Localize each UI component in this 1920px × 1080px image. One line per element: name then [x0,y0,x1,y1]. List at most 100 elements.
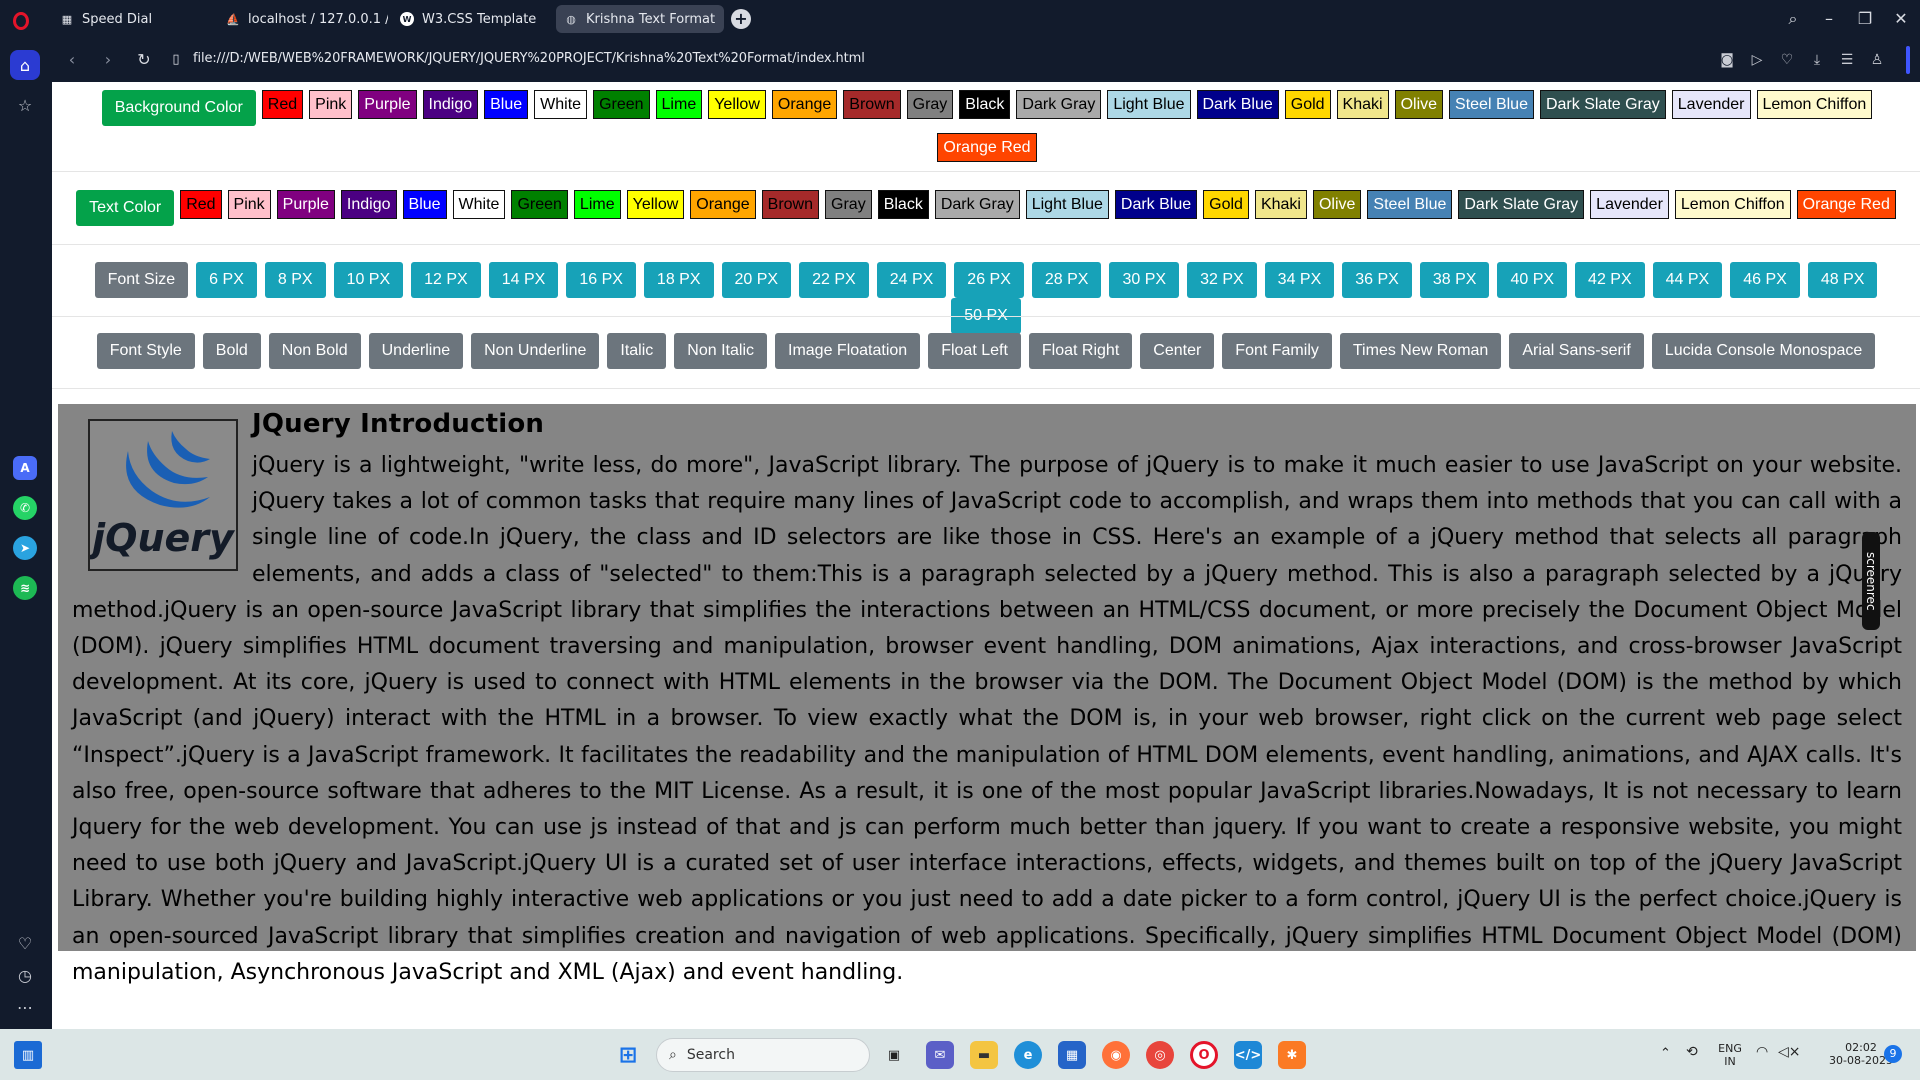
file-explorer-icon[interactable]: ▬ [970,1041,998,1069]
tab-w3css[interactable]: W W3.CSS Template [392,5,552,33]
font-size-22-px-button[interactable]: 22 PX [799,262,869,298]
chat-icon[interactable]: ✉ [926,1041,954,1069]
image-center-button[interactable]: Center [1140,333,1215,369]
font-size-10-px-button[interactable]: 10 PX [333,262,404,298]
text-color-blue-button[interactable]: Blue [402,190,447,219]
font-size-30-px-button[interactable]: 30 PX [1109,262,1180,298]
image-floatation-label[interactable]: Image Floatation [775,333,921,369]
text-color-white-button[interactable]: White [452,190,506,219]
back-icon[interactable]: ‹ [60,48,84,72]
text-color-lemon-chiffon-button[interactable]: Lemon Chiffon [1674,190,1791,219]
font-family-label[interactable]: Font Family [1222,333,1332,369]
font-size-34-px-button[interactable]: 34 PX [1264,262,1335,298]
edge-icon[interactable]: e [1014,1041,1042,1069]
store-icon[interactable]: ▦ [1058,1041,1086,1069]
start-icon[interactable]: ⊞ [614,1041,642,1069]
task-view-icon[interactable]: ▣ [880,1041,908,1069]
tab-speed-dial[interactable]: ▦ Speed Dial [52,5,212,33]
text-color-black-button[interactable]: Black [877,190,929,219]
bg-color-red-button[interactable]: Red [261,90,304,119]
text-color-gold-button[interactable]: Gold [1203,190,1249,219]
font-style-label[interactable]: Font Style [96,333,195,369]
bg-color-black-button[interactable]: Black [959,90,1011,119]
vscode-icon[interactable]: </> [1234,1041,1262,1069]
text-color-orange-button[interactable]: Orange [690,190,756,219]
font-style-non-italic-button[interactable]: Non Italic [674,333,767,369]
image-float-right-button[interactable]: Float Right [1028,333,1133,369]
spotify-icon[interactable]: ≋ [13,576,37,600]
bg-color-yellow-button[interactable]: Yellow [708,90,766,119]
bg-color-white-button[interactable]: White [534,90,588,119]
heart-outline-icon[interactable]: ♡ [1776,49,1798,71]
bg-color-dark-blue-button[interactable]: Dark Blue [1196,90,1279,119]
text-color-steel-blue-button[interactable]: Steel Blue [1367,190,1453,219]
bg-color-indigo-button[interactable]: Indigo [422,90,479,119]
close-window-button[interactable]: ✕ [1884,6,1918,32]
reload-icon[interactable]: ↻ [132,48,156,72]
wifi-icon[interactable]: ◠ [1756,1045,1768,1059]
text-color-red-button[interactable]: Red [180,190,222,219]
url-field[interactable]: file:///D:/WEB/WEB%20FRAMEWORK/JQUERY/JQ… [193,48,865,70]
bg-color-khaki-button[interactable]: Khaki [1336,90,1389,119]
bg-color-brown-button[interactable]: Brown [843,90,901,119]
font-size-label[interactable]: Font Size [94,262,189,298]
font-size-44-px-button[interactable]: 44 PX [1652,262,1723,298]
text-color-orange-red-button[interactable]: Orange Red [1796,190,1896,219]
bg-color-lavender-button[interactable]: Lavender [1671,90,1751,119]
text-color-brown-button[interactable]: Brown [761,190,820,219]
font-size-32-px-button[interactable]: 32 PX [1187,262,1257,298]
bg-color-green-button[interactable]: Green [593,90,650,119]
font-size-14-px-button[interactable]: 14 PX [488,262,559,298]
font-size-6-px-button[interactable]: 6 PX [196,262,257,298]
opera-logo-icon[interactable] [13,12,29,30]
forward-icon[interactable]: › [96,48,120,72]
widgets-icon[interactable]: ▥ [14,1041,42,1069]
aria-app-icon[interactable]: A [13,456,37,480]
text-color-dark-slate-gray-button[interactable]: Dark Slate Gray [1458,190,1585,219]
telegram-icon[interactable]: ➤ [13,536,37,560]
text-color-light-blue-button[interactable]: Light Blue [1025,190,1109,219]
text-color-purple-button[interactable]: Purple [276,190,335,219]
text-color-yellow-button[interactable]: Yellow [626,190,685,219]
font-size-46-px-button[interactable]: 46 PX [1730,262,1800,298]
text-color-green-button[interactable]: Green [511,190,568,219]
font-size-8-px-button[interactable]: 8 PX [264,262,326,298]
bg-color-olive-button[interactable]: Olive [1394,90,1444,119]
minimize-button[interactable]: – [1812,6,1846,32]
font-size-42-px-button[interactable]: 42 PX [1575,262,1645,298]
font-size-38-px-button[interactable]: 38 PX [1419,262,1490,298]
text-color-olive-button[interactable]: Olive [1312,190,1362,219]
tray-chevron-icon[interactable]: ⌃ [1660,1047,1671,1060]
font-size-28-px-button[interactable]: 28 PX [1031,262,1102,298]
notification-badge[interactable]: 9 [1884,1045,1902,1063]
bg-color-light-blue-button[interactable]: Light Blue [1107,90,1191,119]
font-size-36-px-button[interactable]: 36 PX [1342,262,1412,298]
history-icon[interactable]: ◷ [10,960,40,990]
taskbar-search[interactable]: ⌕ Search [656,1038,870,1072]
new-tab-button[interactable]: + [731,9,751,29]
tab-krishna-text-format[interactable]: ◍Krishna Text Format✕ [556,5,724,33]
bg-color-steel-blue-button[interactable]: Steel Blue [1449,90,1534,119]
text-color-lime-button[interactable]: Lime [573,190,621,219]
tray-update-icon[interactable]: ⟲ [1686,1045,1698,1059]
text-color-pink-button[interactable]: Pink [227,190,271,219]
font-style-italic-button[interactable]: Italic [607,333,667,369]
font-style-non-underline-button[interactable]: Non Underline [471,333,600,369]
xampp-icon[interactable]: ✱ [1278,1041,1306,1069]
profile-icon[interactable]: ♙ [1866,49,1888,71]
opera-icon[interactable]: O [1190,1041,1218,1069]
whatsapp-icon[interactable]: ✆ [13,496,37,520]
bg-color-gold-button[interactable]: Gold [1284,90,1331,119]
font-size-18-px-button[interactable]: 18 PX [643,262,714,298]
menu-icon[interactable]: ☰ [1836,49,1858,71]
bg-color-pink-button[interactable]: Pink [309,90,353,119]
bg-color-purple-button[interactable]: Purple [358,90,417,119]
maximize-button[interactable]: ❐ [1848,6,1882,32]
font-size-12-px-button[interactable]: 12 PX [411,262,481,298]
text-color-gray-button[interactable]: Gray [825,190,872,219]
bg-color-orange-red-button[interactable]: Orange Red [937,133,1037,162]
text-color-dark-gray-button[interactable]: Dark Gray [934,190,1020,219]
background-color-label[interactable]: Background Color [101,90,256,126]
font-size-20-px-button[interactable]: 20 PX [721,262,792,298]
home-icon[interactable]: ⌂ [10,50,40,80]
